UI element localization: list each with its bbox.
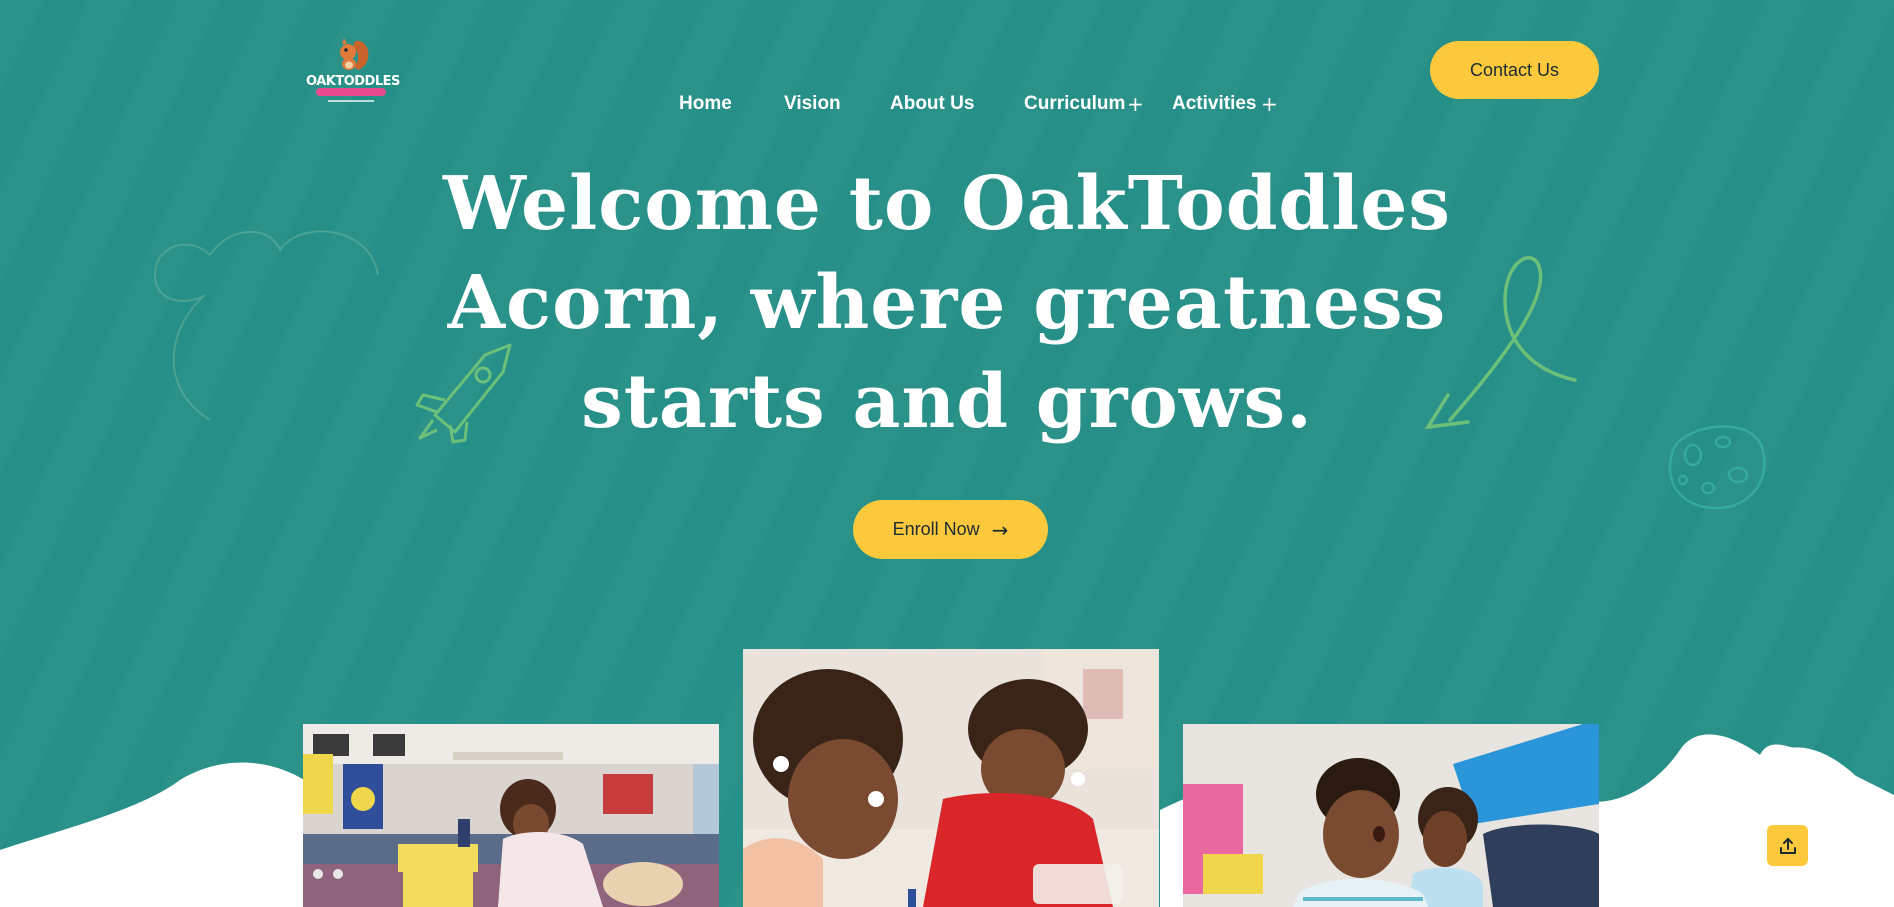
arrow-right-icon: → xyxy=(991,517,1009,542)
squirrel-logo-icon xyxy=(340,38,369,70)
hero-headline-line: Welcome to OakToddles xyxy=(442,161,1452,247)
plus-icon[interactable]: + xyxy=(1261,92,1278,116)
hero-headline: Welcome to OakToddles Acorn, where great… xyxy=(397,155,1497,452)
planet-doodle-icon xyxy=(1668,425,1766,510)
enroll-now-label: Enroll Now xyxy=(892,519,980,539)
nav-item-activities[interactable]: Activities xyxy=(1172,93,1256,115)
nav-item-vision[interactable]: Vision xyxy=(784,93,841,115)
plus-icon[interactable]: + xyxy=(1127,92,1144,116)
contact-us-button[interactable]: Contact Us xyxy=(1430,41,1599,99)
scroll-top-button[interactable] xyxy=(1767,825,1808,866)
hero-headline-line: starts and grows. xyxy=(581,359,1313,445)
nav-item-home[interactable]: Home xyxy=(679,93,732,115)
hero-headline-line: Acorn, where greatness xyxy=(447,260,1447,346)
logo-text: OAKTODDLES xyxy=(306,74,400,89)
upload-icon xyxy=(1779,837,1796,854)
children-drawing-photo xyxy=(743,649,1159,907)
mouse-doodle-icon xyxy=(153,230,379,421)
nav-item-about-us[interactable]: About Us xyxy=(890,93,974,115)
enroll-now-button[interactable]: Enroll Now → xyxy=(853,500,1048,559)
nav-item-curriculum[interactable]: Curriculum xyxy=(1024,93,1125,115)
main-nav: Home Vision About Us Curriculum + Activi… xyxy=(0,92,1894,119)
children-listening-photo xyxy=(1183,724,1599,907)
child-playing-blocks-photo xyxy=(303,724,719,907)
